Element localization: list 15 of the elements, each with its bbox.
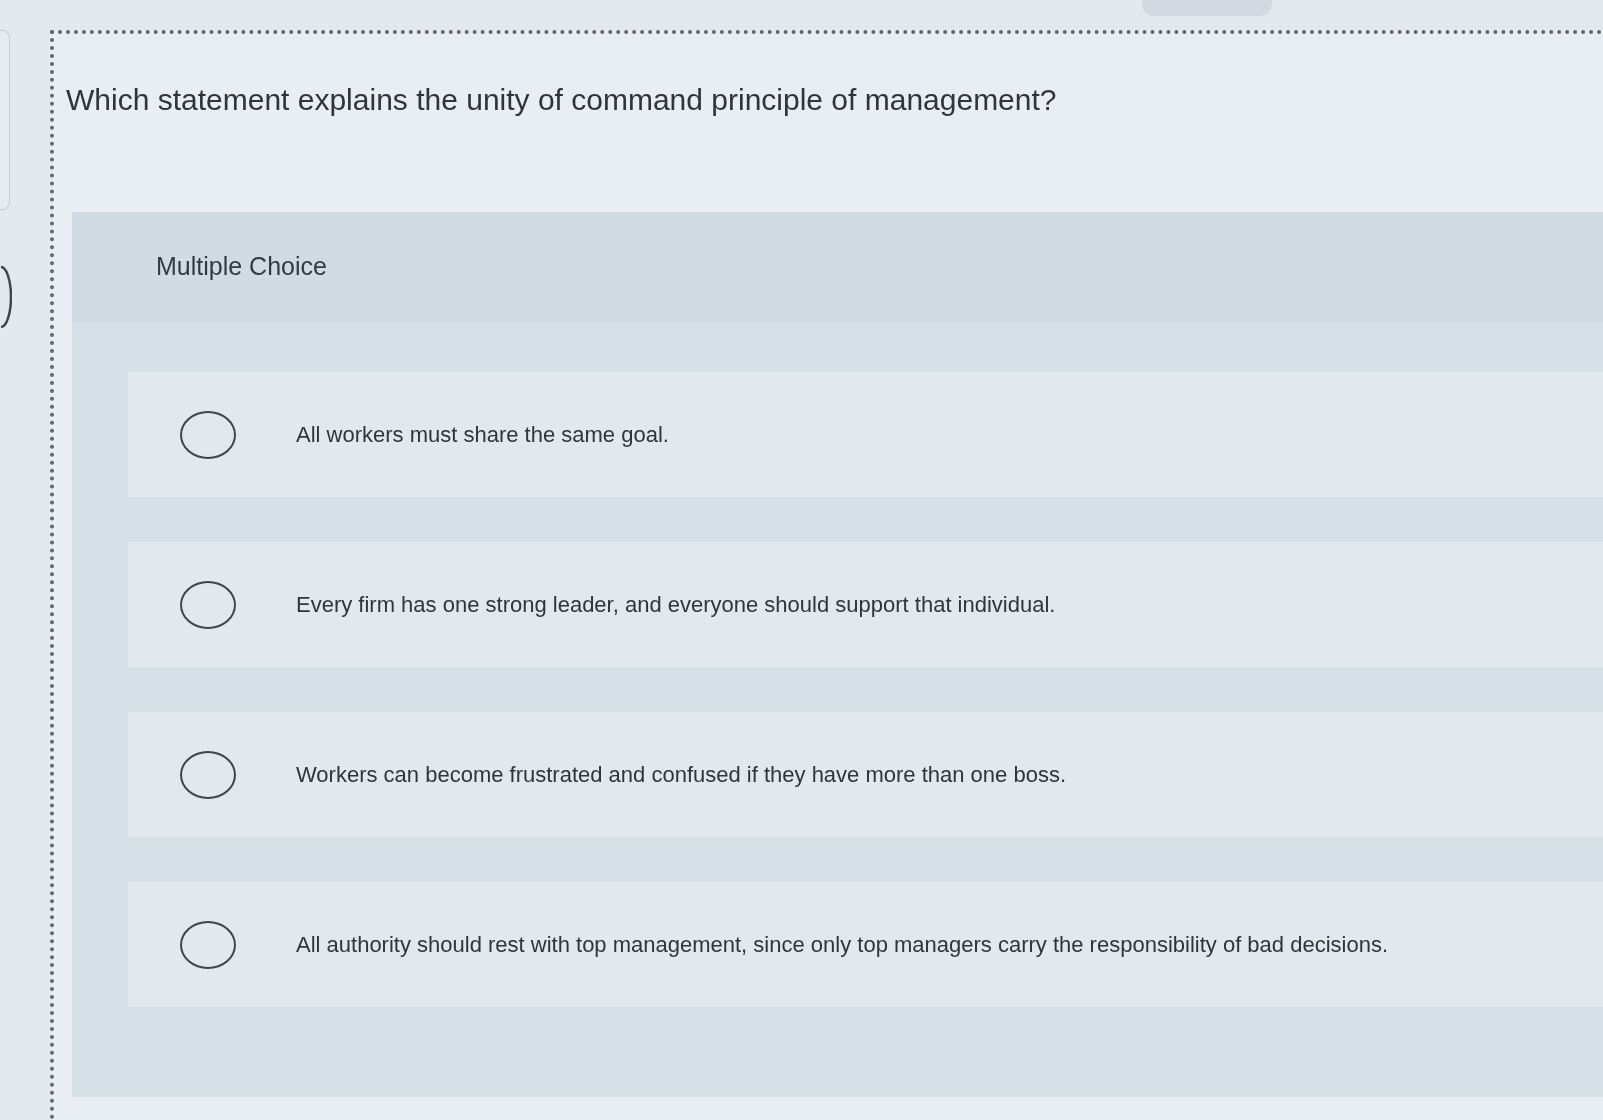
option-text: All authority should rest with top management, since only top managers carry the responsibility of bad decisions. — [296, 931, 1388, 959]
option-card[interactable]: Every firm has one strong leader, and everyone should support that individual. — [128, 542, 1603, 667]
option-text: Every firm has one strong leader, and everyone should support that individual. — [296, 591, 1056, 619]
option-text: All workers must share the same goal. — [296, 421, 669, 449]
radio-button[interactable] — [180, 580, 236, 629]
option-text: Workers can become frustrated and confused if they have more than one boss. — [296, 761, 1067, 789]
radio-button[interactable] — [180, 410, 236, 459]
option-card[interactable]: All workers must share the same goal. — [128, 372, 1603, 497]
question-text: Which statement explains the unity of command principle of management? — [66, 82, 1057, 118]
panel-label: Multiple Choice — [156, 251, 327, 283]
radio-button[interactable] — [180, 920, 236, 969]
option-card[interactable]: All authority should rest with top management, since only top managers carry the responsibility of bad decisions. — [128, 882, 1603, 1007]
arc-icon — [0, 265, 12, 329]
option-card[interactable]: Workers can become frustrated and confused if they have more than one boss. — [128, 712, 1603, 837]
radio-button[interactable] — [180, 750, 236, 799]
